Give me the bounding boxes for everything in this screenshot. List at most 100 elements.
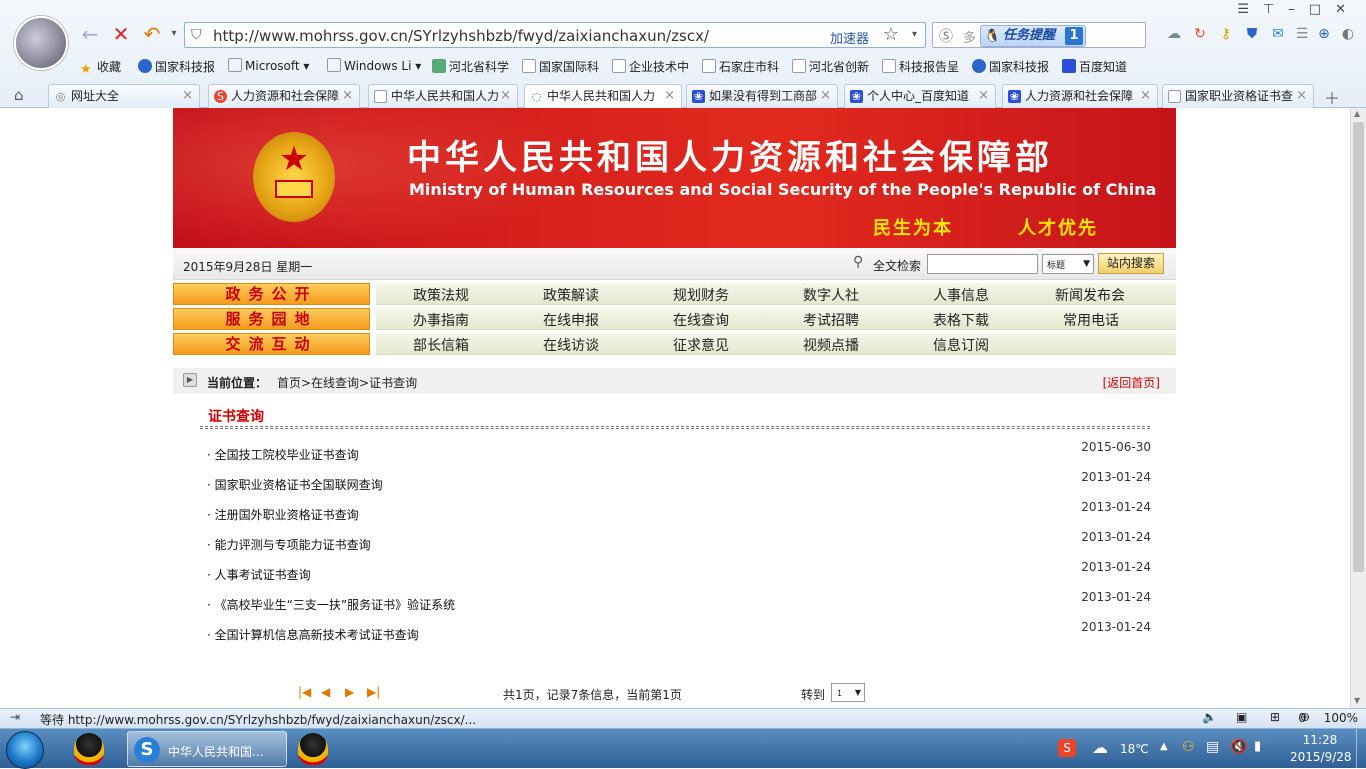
menu-item[interactable]: 表格下载 xyxy=(933,310,989,330)
list-item[interactable]: · 全国技工院校毕业证书查询 2015-06-30 xyxy=(207,440,1151,470)
menu-item[interactable]: 在线查询 xyxy=(673,310,729,330)
chevron-down-icon[interactable]: ▾ xyxy=(162,22,186,46)
list-item-title[interactable]: · 国家职业资格证书全国联网查询 xyxy=(207,476,383,493)
list-item[interactable]: · 人事考试证书查询 2013-01-24 xyxy=(207,560,1151,590)
tab-mohrss-1[interactable]: S 人力资源和社会保障 × xyxy=(208,84,360,108)
weather-cloud-icon[interactable]: ☁ xyxy=(1092,738,1108,757)
list-item[interactable]: · 能力评测与专项能力证书查询 2013-01-24 xyxy=(207,530,1151,560)
new-tab-icon[interactable]: ＋ xyxy=(1324,85,1340,109)
sogou-input-icon[interactable]: S xyxy=(1058,739,1076,757)
menu-item[interactable]: 信息订阅 xyxy=(933,335,989,355)
back-arrow-icon[interactable]: ← xyxy=(78,22,102,46)
ad-block-icon[interactable]: ⊞ xyxy=(1270,710,1280,724)
next-page-icon[interactable]: ▶ xyxy=(345,685,354,699)
favorites-item[interactable]: 河北省科学 xyxy=(432,58,509,75)
menu-item[interactable]: 部长信箱 xyxy=(413,335,469,355)
zoom-level[interactable]: 100% xyxy=(1324,711,1358,725)
menu-item[interactable]: 征求意见 xyxy=(673,335,729,355)
taskbar-browser-window[interactable]: S 中华人民共和国... xyxy=(127,731,287,767)
skin-icon[interactable]: ☰ xyxy=(1237,2,1263,17)
screenshot-icon[interactable]: ▣ xyxy=(1236,710,1247,724)
zoom-icon[interactable]: ⊕ xyxy=(1300,710,1310,724)
search-field-select[interactable]: 标题 ▼ xyxy=(1042,254,1094,274)
tab-mohrss-2[interactable]: 中华人民共和国人力 × xyxy=(368,84,518,108)
url-text[interactable]: http://www.mohrss.gov.cn/SYrlzyhshbzb/fw… xyxy=(213,27,709,45)
qq-penguin-icon[interactable] xyxy=(74,733,104,765)
accelerator-label[interactable]: 加速器 xyxy=(830,28,869,47)
show-desktop-button[interactable] xyxy=(1356,729,1366,769)
tray-expand-icon[interactable]: ▲ xyxy=(1160,741,1168,752)
tab-site-directory[interactable]: ◎ 网址大全 × xyxy=(48,84,200,108)
tab-mohrss-active[interactable]: ◌ 中华人民共和国人力 × xyxy=(524,84,682,108)
system-clock[interactable]: 11:28 2015/9/28 xyxy=(1290,732,1352,766)
favorites-item[interactable]: 石家庄市科 xyxy=(702,58,779,75)
cloud-icon[interactable]: ☁ xyxy=(1166,26,1182,42)
minimize-icon[interactable]: – xyxy=(1288,2,1309,17)
home-icon[interactable]: ⌂ xyxy=(14,86,24,104)
menu-item[interactable]: 视频点播 xyxy=(803,335,859,355)
menu-item[interactable]: 新闻发布会 xyxy=(1055,285,1125,305)
prev-page-icon[interactable]: ◀ xyxy=(321,685,330,699)
menu-item[interactable]: 规划财务 xyxy=(673,285,729,305)
menu-item[interactable]: 在线申报 xyxy=(543,310,599,330)
volume-icon[interactable]: 🔈 xyxy=(1202,710,1217,724)
vertical-scrollbar[interactable]: ▲ ▼ xyxy=(1350,108,1366,708)
breadcrumb-path[interactable]: 首页>在线查询>证书查询 xyxy=(277,374,417,391)
favorites-item[interactable]: 国家科技报 xyxy=(972,58,1049,75)
tab-mohrss-3[interactable]: ❀ 人力资源和社会保障 × xyxy=(1002,84,1158,108)
tab-close-icon[interactable]: × xyxy=(978,85,989,107)
menu-item[interactable]: 政策法规 xyxy=(413,285,469,305)
page-select[interactable]: 1 ▼ xyxy=(831,683,865,702)
tab-close-icon[interactable]: × xyxy=(182,85,193,107)
close-icon[interactable]: ✕ xyxy=(1335,2,1360,17)
favorites-item[interactable]: 科技报告呈 xyxy=(882,58,959,75)
qq-penguin-icon[interactable] xyxy=(298,733,328,765)
list-item[interactable]: · 国家职业资格证书全国联网查询 2013-01-24 xyxy=(207,470,1151,500)
first-page-icon[interactable]: |◀ xyxy=(298,685,311,699)
qq-tray-icon[interactable]: ⚇ xyxy=(1182,739,1195,755)
menu-category-interaction[interactable]: 交流互动 xyxy=(173,333,370,355)
start-button[interactable] xyxy=(6,731,44,769)
menu-category-government[interactable]: 政务公开 xyxy=(173,283,370,305)
menu-icon[interactable]: ☰ xyxy=(1294,26,1310,42)
menu-item[interactable]: 办事指南 xyxy=(413,310,469,330)
back-to-top-icon[interactable]: ◐ xyxy=(1340,26,1356,42)
tab-close-icon[interactable]: × xyxy=(1140,85,1151,107)
menu-item[interactable]: 考试招聘 xyxy=(803,310,859,330)
tab-close-icon[interactable]: × xyxy=(1296,85,1307,107)
list-item-title[interactable]: · 人事考试证书查询 xyxy=(207,566,311,583)
menu-item[interactable]: 数字人社 xyxy=(803,285,859,305)
download-icon[interactable]: ⊕ xyxy=(1316,26,1332,42)
favorites-item[interactable]: 国家国际科 xyxy=(522,58,599,75)
sidebar-toggle-icon[interactable]: ⇥ xyxy=(10,710,20,724)
menu-item[interactable]: 在线访谈 xyxy=(543,335,599,355)
list-item-title[interactable]: · 注册国外职业资格证书查询 xyxy=(207,506,359,523)
sync-icon[interactable]: ↻ xyxy=(1192,26,1208,42)
tab-baidu-center[interactable]: ❀ 个人中心_百度知道 × xyxy=(844,84,996,108)
menu-category-services[interactable]: 服务园地 xyxy=(173,308,370,330)
tab-certificate-query[interactable]: 国家职业资格证书查 × xyxy=(1162,84,1314,108)
tray-app-icon[interactable]: ▤ xyxy=(1206,739,1219,755)
key-icon[interactable]: ⚷ xyxy=(1218,26,1234,42)
favorites-item[interactable]: 百度知道 xyxy=(1062,58,1127,75)
favorites-item[interactable]: 国家科技报 xyxy=(138,58,215,75)
site-search-button[interactable]: 站内搜索 xyxy=(1098,253,1164,274)
chevron-down-icon[interactable]: ▾ xyxy=(912,29,917,40)
favorites-folder[interactable]: Microsoft ▾ xyxy=(228,58,309,73)
tab-close-icon[interactable]: × xyxy=(342,85,353,107)
favorites-item[interactable]: ★ 收藏 xyxy=(80,58,121,77)
security-icon[interactable]: ⛊ xyxy=(1244,26,1260,42)
network-icon[interactable]: ▮ xyxy=(1254,739,1261,754)
site-search-input[interactable] xyxy=(927,254,1038,274)
favorites-item[interactable]: 企业技术中 xyxy=(612,58,689,75)
favorites-folder[interactable]: Windows Li ▾ xyxy=(327,58,421,73)
return-home-link[interactable]: [返回首页] xyxy=(1103,374,1160,391)
scrollbar-thumb[interactable] xyxy=(1353,122,1364,572)
favorites-item[interactable]: 河北省创新 xyxy=(792,58,869,75)
list-item[interactable]: · 全国计算机信息高新技术考试证书查询 2013-01-24 xyxy=(207,620,1151,650)
menu-item[interactable]: 常用电话 xyxy=(1063,310,1119,330)
scroll-up-icon[interactable]: ▲ xyxy=(1354,109,1360,118)
task-reminder-button[interactable]: 🐧 任务提醒 1 xyxy=(980,25,1086,47)
menu-item[interactable]: 政策解读 xyxy=(543,285,599,305)
maximize-icon[interactable]: □ xyxy=(1309,2,1335,17)
